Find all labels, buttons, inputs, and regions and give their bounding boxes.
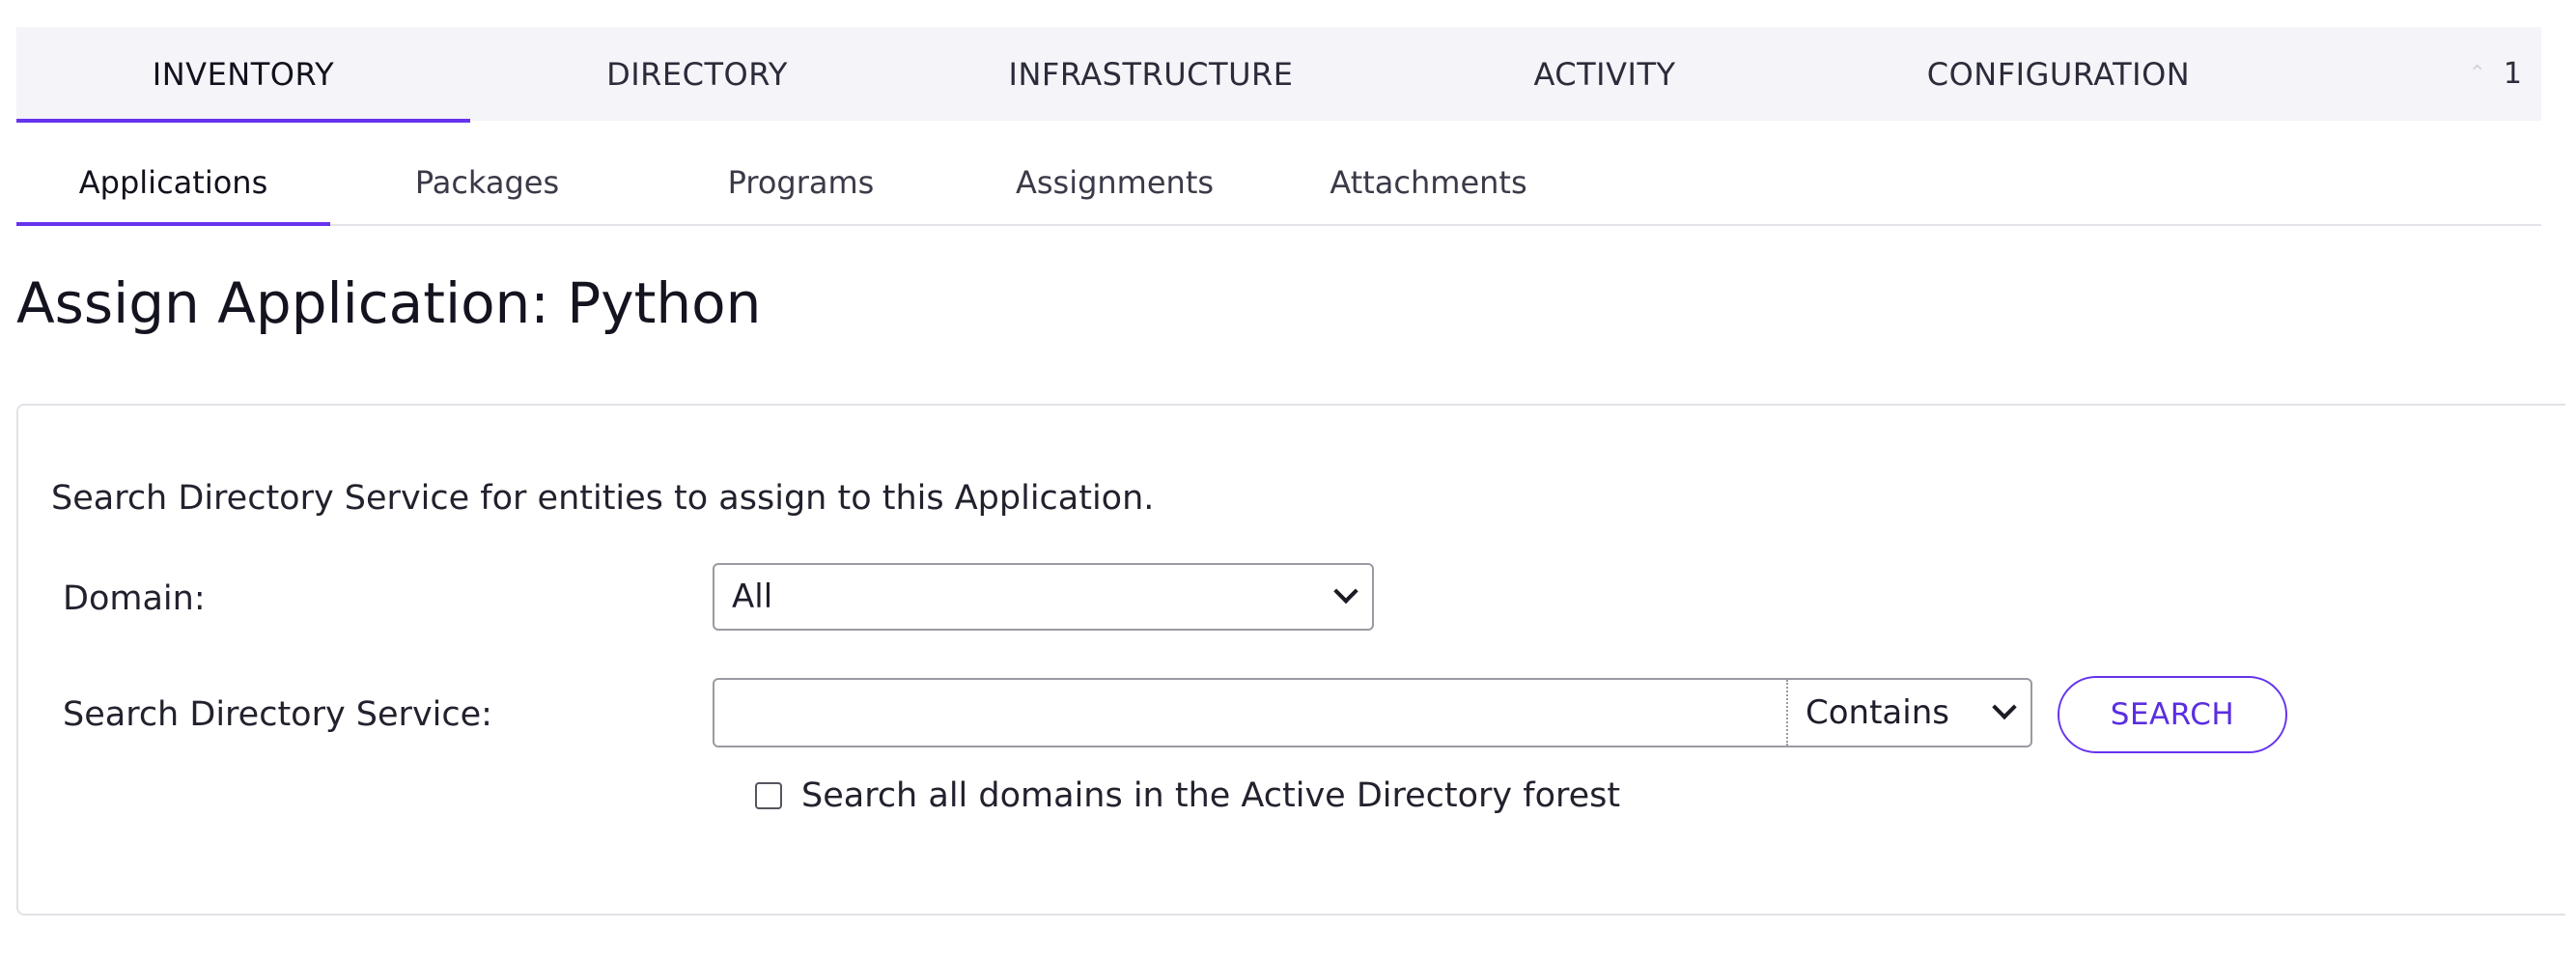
- assign-search-panel: Search Directory Service for entities to…: [16, 404, 2565, 916]
- overflow-count: 1: [2503, 57, 2522, 91]
- tab-configuration[interactable]: CONFIGURATION: [1832, 27, 2285, 121]
- panel-description: Search Directory Service for entities to…: [51, 479, 1155, 518]
- top-navigation: INVENTORY DIRECTORY INFRASTRUCTURE ACTIV…: [16, 27, 2541, 123]
- subtab-packages[interactable]: Packages: [330, 141, 644, 224]
- tab-directory[interactable]: DIRECTORY: [470, 27, 924, 121]
- domain-select-value: All: [732, 578, 773, 616]
- tab-inventory[interactable]: INVENTORY: [16, 27, 470, 123]
- tab-infrastructure[interactable]: INFRASTRUCTURE: [924, 27, 1378, 121]
- caret-up-icon: ⌃: [2468, 62, 2486, 86]
- subtab-assignments[interactable]: Assignments: [958, 141, 1272, 224]
- domain-select[interactable]: All: [713, 563, 1374, 631]
- search-directory-label: Search Directory Service:: [63, 695, 492, 734]
- match-mode-select[interactable]: Contains: [1786, 680, 2030, 746]
- subtab-programs[interactable]: Programs: [644, 141, 958, 224]
- all-domains-checkbox[interactable]: [755, 782, 782, 809]
- tab-activity[interactable]: ACTIVITY: [1378, 27, 1832, 121]
- search-input[interactable]: [714, 680, 1786, 746]
- chevron-down-icon: [1333, 578, 1358, 605]
- page-title: Assign Application: Python: [16, 270, 762, 336]
- chevron-down-icon: [1992, 694, 2017, 720]
- subtab-attachments[interactable]: Attachments: [1272, 141, 1585, 224]
- all-domains-label[interactable]: Search all domains in the Active Directo…: [801, 776, 1620, 815]
- domain-label: Domain:: [63, 579, 206, 618]
- all-domains-option: Search all domains in the Active Directo…: [755, 776, 1620, 815]
- subtab-applications[interactable]: Applications: [16, 141, 330, 226]
- sub-navigation: Applications Packages Programs Assignmen…: [16, 141, 2541, 226]
- search-button[interactable]: SEARCH: [2058, 676, 2287, 753]
- page: INVENTORY DIRECTORY INFRASTRUCTURE ACTIV…: [0, 0, 2576, 958]
- match-mode-value: Contains: [1806, 693, 1949, 732]
- search-group: Contains: [713, 678, 2032, 747]
- nav-overflow[interactable]: ⌃ 1: [2468, 27, 2522, 121]
